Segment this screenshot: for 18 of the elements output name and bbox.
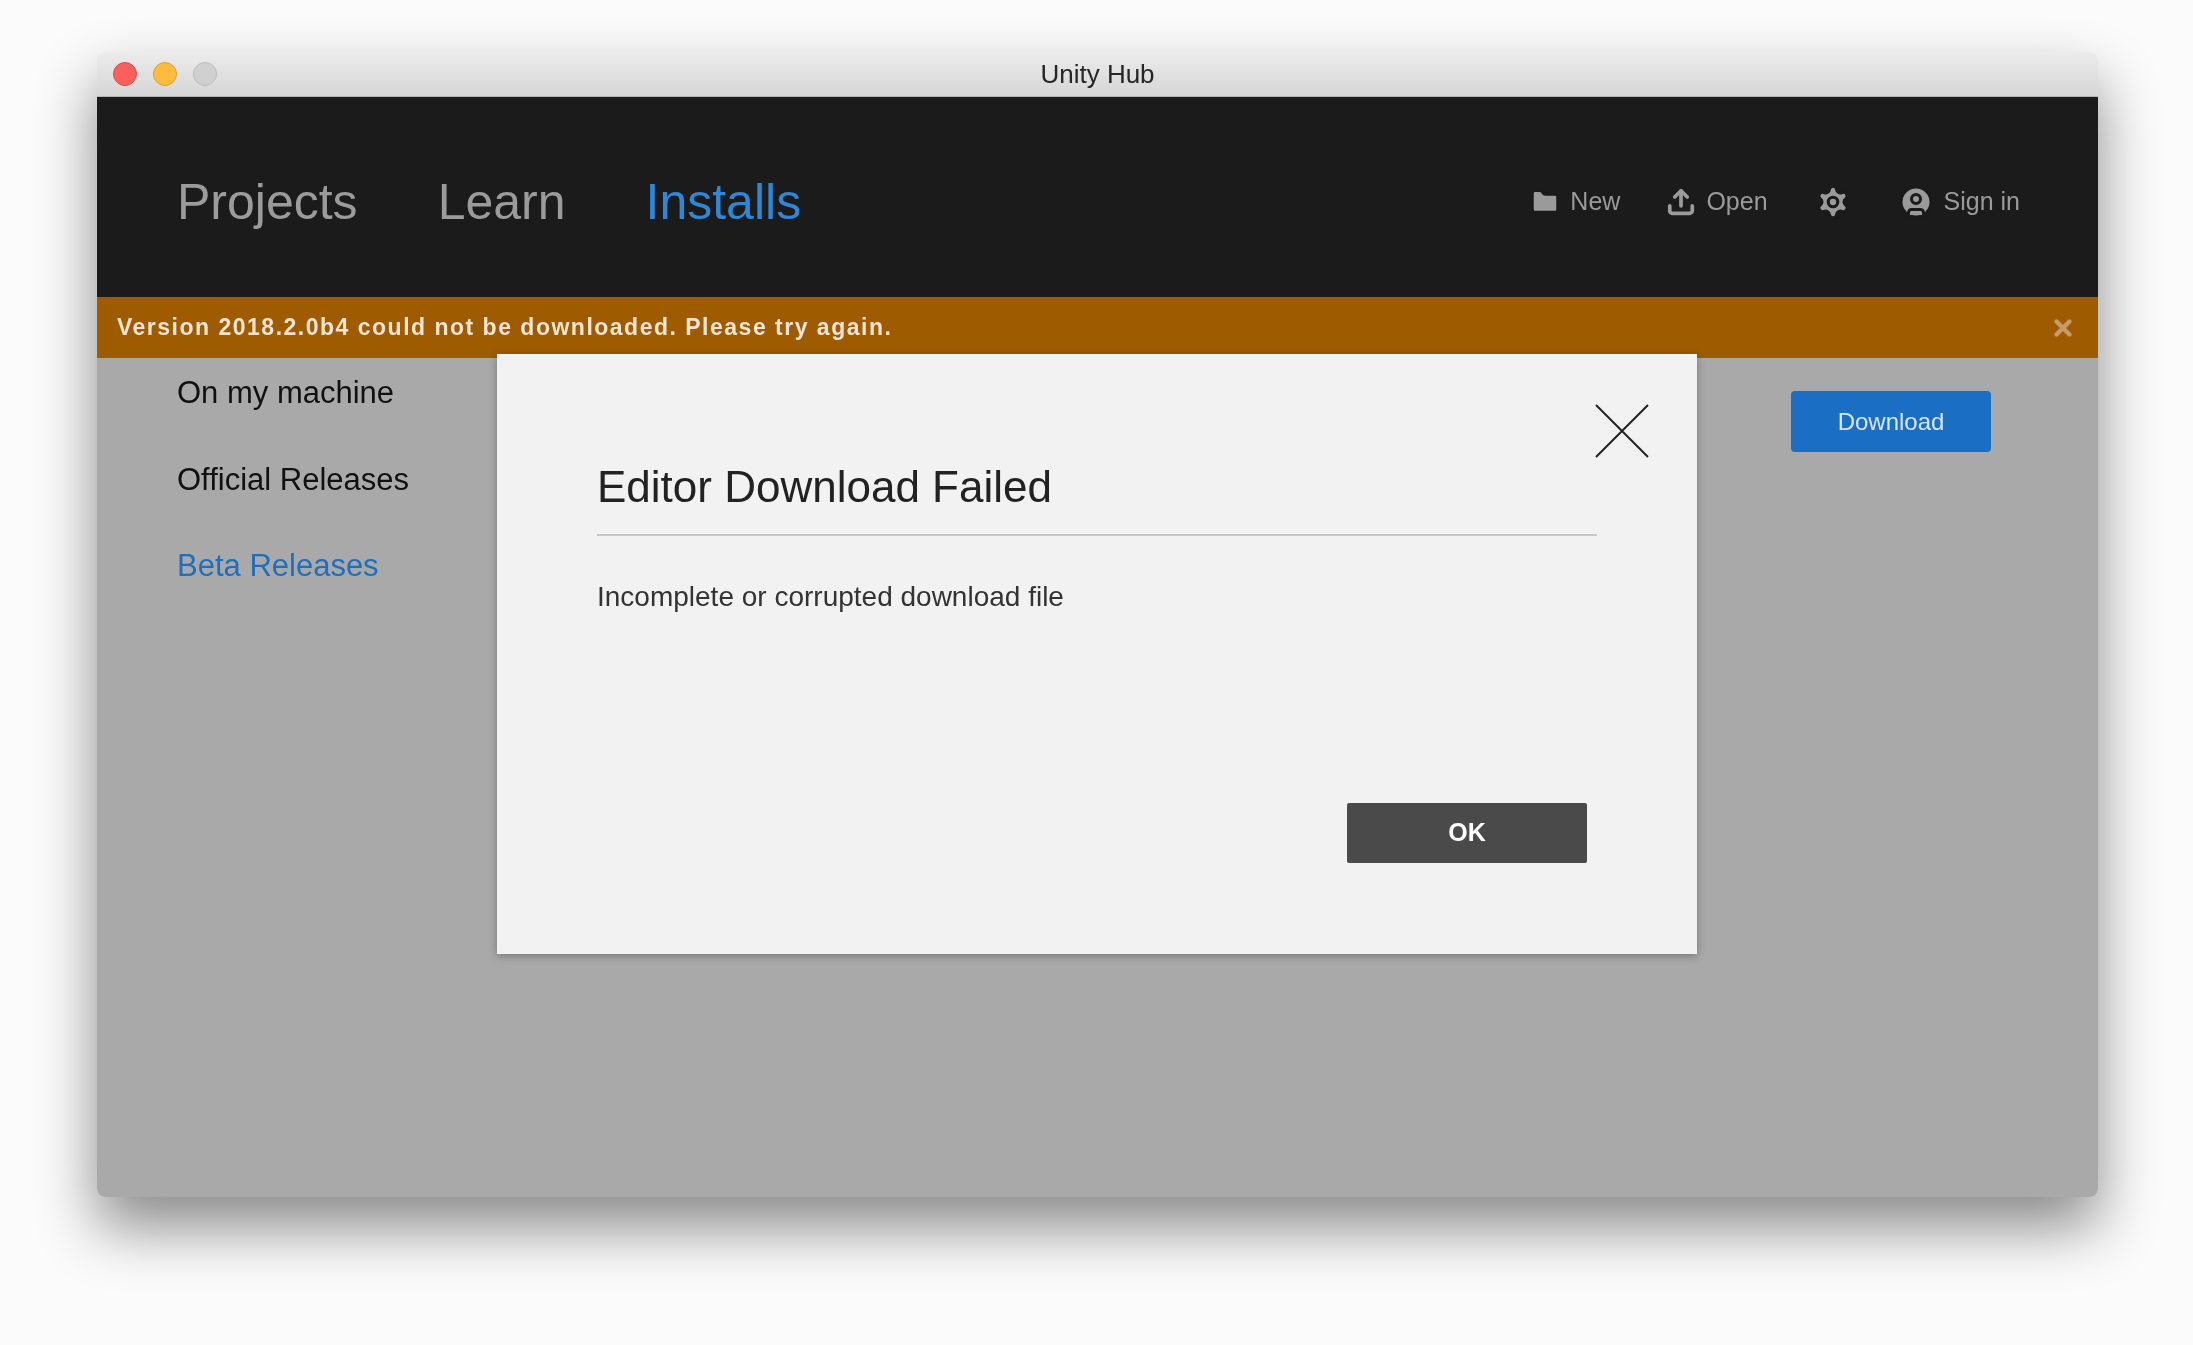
nav-tab[interactable]: Projects xyxy=(177,164,358,240)
sidebar-item[interactable]: Official Releases xyxy=(177,456,410,503)
minimize-window-button[interactable] xyxy=(153,62,177,86)
ok-button[interactable]: OK xyxy=(1347,803,1587,863)
sidebar-item[interactable]: On my machine xyxy=(177,370,410,417)
account-button[interactable]: Sign in xyxy=(1897,183,2020,221)
dialog-message: Incomplete or corrupted download file xyxy=(597,580,1065,614)
window-title: Unity Hub xyxy=(1040,57,1155,91)
close-icon[interactable] xyxy=(1595,404,1649,458)
dialog-title: Editor Download Failed xyxy=(597,454,1597,536)
download-button[interactable]: Download xyxy=(1791,391,1991,452)
nav-tab[interactable]: Installs xyxy=(645,164,802,240)
close-window-button[interactable] xyxy=(113,62,137,86)
open-button[interactable]: Open xyxy=(1666,183,1768,221)
upload-icon xyxy=(1666,187,1697,217)
banner-message: Version 2018.2.0b4 could not be downloaded. Please try again. xyxy=(117,313,893,343)
new-button[interactable]: New xyxy=(1530,183,1621,221)
nav-tab[interactable]: Learn xyxy=(437,164,566,240)
